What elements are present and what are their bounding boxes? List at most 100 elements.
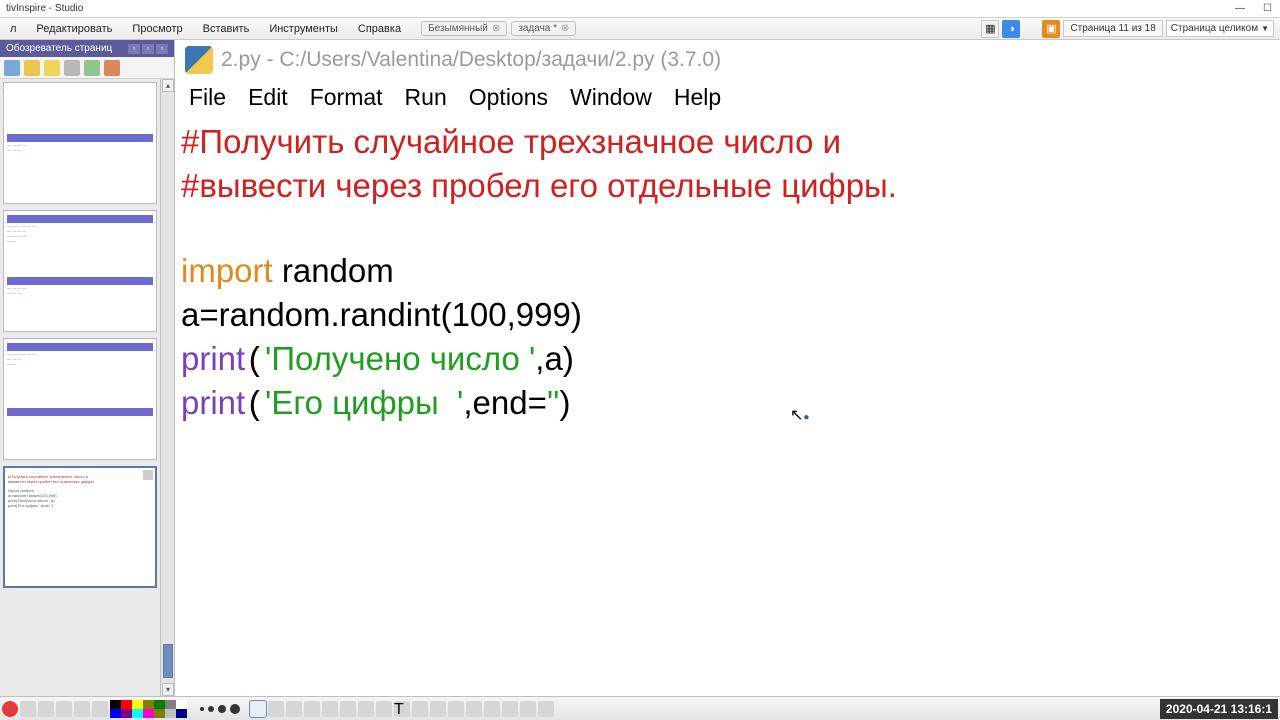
sidebar-toolbar	[0, 57, 174, 79]
tool-icon[interactable]	[520, 701, 536, 717]
page-thumbnail-current[interactable]: #Получить случайное трехзначное число и#…	[3, 466, 157, 588]
pointer-tool-icon[interactable]	[250, 701, 266, 717]
pen-width-selector[interactable]	[192, 704, 248, 714]
right-controls: ▦ ◑ ▣ Страница 11 из 18 Страница целиком…	[981, 20, 1280, 38]
eraser-tool-icon[interactable]	[322, 701, 338, 717]
window-buttons: — ☐	[1235, 3, 1280, 14]
page-browser-sidebar: Обозреватель страниц ▫ ▫ ▫ . — — — — — —…	[0, 40, 175, 696]
page-thumbnail[interactable]: — — — — — — — — —— —	[3, 338, 157, 460]
close-icon[interactable]: ⊗	[561, 23, 569, 34]
tool-icon[interactable]	[64, 60, 80, 76]
menu-edit[interactable]: Редактировать	[26, 23, 122, 35]
code-text: ,a)	[535, 340, 574, 377]
code-text: random	[273, 252, 394, 289]
cursor-icon: ↖●	[790, 405, 809, 425]
scroll-up-button[interactable]: ▴	[162, 79, 174, 92]
idle-menu-window[interactable]: Window	[570, 84, 652, 111]
code-area[interactable]: #Получить случайное трехзначное число и …	[175, 117, 1280, 430]
idle-titlebar: 2.py - C:/Users/Valentina/Desktop/задачи…	[175, 40, 1280, 80]
collapse-icon[interactable]: ▫	[142, 44, 154, 54]
code-string: ''	[547, 384, 560, 421]
design-mode-icon[interactable]: ◑	[1002, 20, 1020, 38]
code-string: 'Его цифры '	[265, 384, 463, 421]
app-title: tivInspire - Studio	[6, 3, 83, 14]
scrollbar[interactable]: ▴ ▾	[160, 79, 174, 696]
scroll-down-button[interactable]: ▾	[162, 683, 174, 696]
tool-icon[interactable]	[412, 701, 428, 717]
code-builtin: print	[181, 340, 245, 377]
select-tool-icon[interactable]	[268, 701, 284, 717]
document-tabs: Безымянный ⊗ задача * ⊗	[421, 21, 576, 36]
code-text: )	[559, 384, 570, 421]
refresh-icon[interactable]	[92, 701, 108, 717]
tool-icon[interactable]	[104, 60, 120, 76]
sidebar-title: Обозреватель страниц	[6, 43, 112, 54]
bottom-toolbar: T 2020-04-21 13:16:1	[0, 696, 1280, 720]
menu-insert[interactable]: Вставить	[193, 23, 260, 35]
code-string: 'Получено число '	[265, 340, 535, 377]
idle-menu-help[interactable]: Help	[674, 84, 721, 111]
code-keyword: import	[181, 252, 273, 289]
menu-bar: л Редактировать Просмотр Вставить Инстру…	[0, 18, 1280, 40]
code-comment: #вывести через пробел его отдельные цифр…	[181, 167, 897, 204]
pin-icon[interactable]: ▫	[128, 44, 140, 54]
title-bar: tivInspire - Studio — ☐	[0, 0, 1280, 18]
timestamp: 2020-04-21 13:16:1	[1160, 699, 1278, 719]
code-text: ,end=	[463, 384, 547, 421]
tool-icon[interactable]	[502, 701, 518, 717]
minimize-button[interactable]: —	[1235, 3, 1245, 14]
nav-prev-icon[interactable]	[56, 701, 72, 717]
menu-help[interactable]: Справка	[348, 23, 411, 35]
close-icon[interactable]: ▫	[156, 44, 168, 54]
idle-menu-format[interactable]: Format	[310, 84, 383, 111]
tool-icon[interactable]	[24, 60, 40, 76]
page-indicator: Страница 11 из 18	[1063, 20, 1162, 37]
tool-icon[interactable]	[448, 701, 464, 717]
shape-tool-icon[interactable]	[358, 701, 374, 717]
idle-menu-run[interactable]: Run	[405, 84, 447, 111]
tool-icon[interactable]	[538, 701, 554, 717]
fill-tool-icon[interactable]	[340, 701, 356, 717]
maximize-button[interactable]: ☐	[1263, 3, 1272, 14]
record-icon[interactable]	[2, 701, 18, 717]
idle-menu: File Edit Format Run Options Window Help	[175, 80, 1280, 117]
tab-untitled[interactable]: Безымянный ⊗	[421, 21, 507, 36]
menu-file[interactable]: л	[0, 23, 26, 35]
tool-icon[interactable]	[84, 60, 100, 76]
sidebar-header: Обозреватель страниц ▫ ▫ ▫	[0, 40, 174, 57]
tool-icon[interactable]	[4, 60, 20, 76]
tool-icon[interactable]	[44, 60, 60, 76]
idle-editor: 2.py - C:/Users/Valentina/Desktop/задачи…	[175, 40, 1280, 696]
tab-label: Безымянный	[428, 23, 488, 34]
code-text: a=random.randint(100,999)	[181, 296, 582, 333]
search-icon[interactable]	[20, 701, 36, 717]
code-builtin: print	[181, 384, 245, 421]
connector-tool-icon[interactable]	[376, 701, 392, 717]
menu-tools[interactable]: Инструменты	[259, 23, 348, 35]
tab-label: задача *	[518, 23, 557, 34]
menu-view[interactable]: Просмотр	[122, 23, 192, 35]
idle-menu-options[interactable]: Options	[469, 84, 548, 111]
annotate-icon[interactable]: ▣	[1042, 20, 1060, 38]
page-mode-select[interactable]: Страница целиком ▼	[1166, 20, 1274, 37]
tool-icon[interactable]	[466, 701, 482, 717]
tool-icon[interactable]	[484, 701, 500, 717]
scroll-thumb[interactable]	[163, 644, 173, 678]
text-tool-icon[interactable]: T	[394, 701, 410, 717]
thumbnail-list: . — — — — — — — — — — — — — — — — —— — —…	[0, 79, 174, 696]
idle-title-text: 2.py - C:/Users/Valentina/Desktop/задачи…	[221, 48, 721, 72]
page-thumbnail[interactable]: . — — — — — — —	[3, 82, 157, 204]
idle-menu-edit[interactable]: Edit	[248, 84, 288, 111]
idle-menu-file[interactable]: File	[189, 84, 226, 111]
tool-icon[interactable]	[430, 701, 446, 717]
color-palette[interactable]	[110, 700, 190, 718]
highlighter-tool-icon[interactable]	[304, 701, 320, 717]
close-icon[interactable]: ⊗	[492, 23, 500, 34]
tab-task[interactable]: задача * ⊗	[511, 21, 576, 36]
page-thumbnail[interactable]: — — — — — — — — — —— — — —— — — — — — — …	[3, 210, 157, 332]
pen-tool-icon[interactable]	[286, 701, 302, 717]
print-icon[interactable]	[38, 701, 54, 717]
chevron-down-icon: ▼	[1261, 24, 1269, 33]
toolbar-icon[interactable]: ▦	[981, 20, 999, 38]
nav-next-icon[interactable]	[74, 701, 90, 717]
